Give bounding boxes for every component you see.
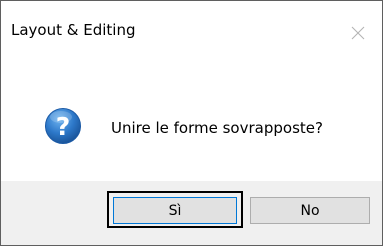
svg-text:?: ?	[56, 112, 71, 141]
dialog-message: Unire le forme sovrapposte?	[111, 119, 323, 137]
message-dialog: Layout & Editing ? Unire le forme sovrap…	[0, 0, 383, 246]
title-bar[interactable]: Layout & Editing	[1, 1, 382, 63]
close-icon	[351, 26, 365, 40]
dialog-title: Layout & Editing	[11, 21, 136, 39]
button-bar: Sì No	[1, 181, 382, 245]
close-button[interactable]	[336, 1, 382, 63]
question-icon: ?	[45, 108, 81, 144]
no-button[interactable]: No	[250, 197, 370, 224]
yes-button[interactable]: Sì	[113, 197, 237, 224]
dialog-body: ? Unire le forme sovrapposte?	[1, 63, 382, 181]
